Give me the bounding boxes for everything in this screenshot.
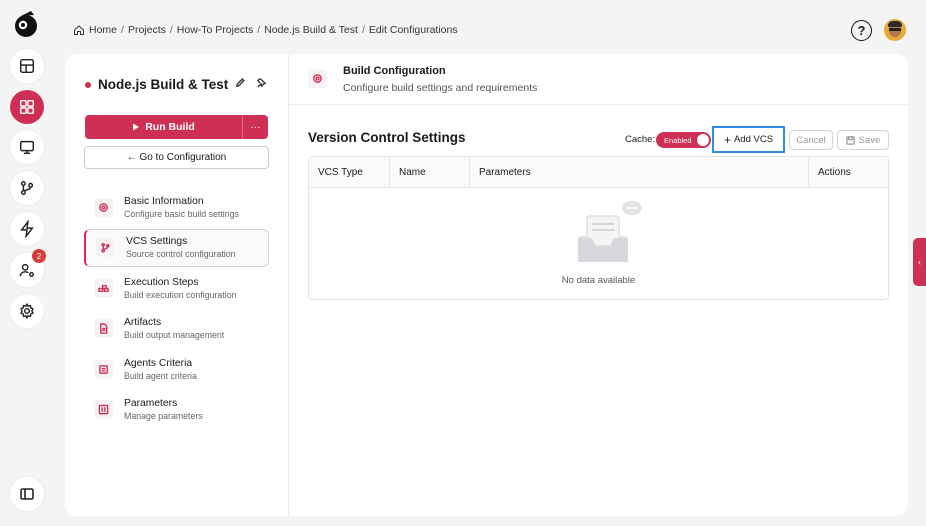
cache-toggle[interactable]: Enabled — [656, 132, 711, 148]
menu-item-artifacts[interactable]: Artifacts Build output management — [84, 310, 269, 348]
dashboard-icon — [19, 99, 35, 115]
gear-icon — [20, 302, 34, 320]
empty-state: No data available — [309, 188, 888, 299]
column-header-vcs-type[interactable]: VCS Type — [309, 157, 390, 187]
empty-inbox-icon — [578, 201, 642, 262]
rail-projects-button[interactable] — [10, 90, 44, 124]
config-content: Build Configuration Configure build sett… — [289, 54, 908, 516]
table-header: VCS Type Name Parameters Actions — [309, 157, 888, 188]
config-menu: Basic Information Configure basic build s… — [84, 188, 269, 431]
plus-icon: + — [723, 132, 731, 147]
save-icon — [845, 135, 855, 145]
breadcrumb-how-to-projects[interactable]: How-To Projects — [177, 24, 253, 36]
column-header-parameters[interactable]: Parameters — [470, 157, 809, 187]
run-options-button[interactable]: ··· — [243, 122, 268, 133]
menu-item-parameters[interactable]: Parameters Manage parameters — [84, 391, 269, 429]
project-title-text: Node.js Build & Test — [98, 77, 229, 92]
add-vcs-label: Add VCS — [733, 134, 774, 145]
git-branch-icon — [20, 180, 34, 196]
avatar[interactable] — [884, 19, 906, 41]
cache-label: Cache: — [625, 134, 656, 145]
play-icon — [133, 123, 140, 131]
save-button[interactable]: Save — [837, 130, 889, 150]
expand-panel-tab[interactable]: ‹ — [913, 238, 926, 286]
breadcrumb: Home / Projects / How-To Projects / Node… — [73, 24, 458, 36]
left-rail: 2 — [0, 0, 52, 526]
help-icon[interactable]: ? — [851, 20, 872, 41]
breadcrumb-separator: / — [257, 24, 261, 36]
breadcrumb-projects[interactable]: Projects — [128, 24, 166, 36]
grid-board-icon — [19, 58, 35, 74]
breadcrumb-current: Edit Configurations — [368, 24, 458, 36]
run-build-button[interactable]: Run Build ··· — [85, 115, 268, 139]
chevron-left-icon: ‹ — [918, 257, 921, 267]
edit-pencil-icon[interactable] — [235, 77, 246, 88]
breadcrumb-separator: / — [361, 24, 365, 36]
status-dot — [85, 81, 91, 88]
section-subtitle: Configure build settings and requirement… — [343, 82, 538, 94]
vcs-section-title: Version Control Settings — [308, 130, 466, 145]
menu-item-agents-criteria[interactable]: Agents Criteria Build agent criteria — [84, 350, 269, 388]
breadcrumb-home[interactable]: Home — [89, 24, 117, 36]
config-sidebar: Node.js Build & Test Run Build ··· ← Go … — [65, 54, 289, 516]
menu-item-basic-information[interactable]: Basic Information Configure basic build s… — [84, 188, 269, 226]
rail-users-button[interactable]: 2 — [10, 249, 46, 287]
rail-actions-button[interactable] — [10, 212, 44, 246]
menu-item-vcs-settings[interactable]: VCS Settings Source control configuration — [84, 228, 269, 267]
empty-state-text: No data available — [561, 275, 636, 286]
go-to-configuration-button[interactable]: ← Go to Configuration — [84, 146, 269, 169]
branch-icon — [101, 242, 110, 253]
section-header: Build Configuration Configure build sett… — [289, 54, 908, 105]
cancel-button[interactable]: Cancel — [789, 130, 833, 150]
add-vcs-button[interactable]: + Add VCS — [712, 126, 785, 153]
agent-icon — [99, 364, 108, 374]
home-icon[interactable] — [73, 24, 85, 36]
rail-monitor-button[interactable] — [10, 130, 44, 164]
vcs-table: VCS Type Name Parameters Actions No data… — [308, 156, 889, 300]
gear-icon — [99, 202, 108, 212]
params-icon — [98, 404, 109, 415]
main-card: Node.js Build & Test Run Build ··· ← Go … — [65, 54, 908, 516]
run-build-label: Run Build — [145, 121, 195, 133]
cache-state-label: Enabled — [664, 135, 692, 145]
notification-badge: 2 — [32, 249, 46, 263]
section-title: Build Configuration — [343, 65, 446, 77]
gear-icon — [313, 74, 322, 83]
file-icon — [100, 323, 108, 334]
column-header-name[interactable]: Name — [390, 157, 470, 187]
rail-boards-button[interactable] — [10, 49, 44, 83]
column-header-actions[interactable]: Actions — [809, 157, 888, 187]
breadcrumb-separator: / — [169, 24, 173, 36]
rail-settings-button[interactable] — [10, 294, 44, 328]
user-settings-icon — [19, 263, 35, 278]
collapse-sidebar-button[interactable] — [10, 477, 44, 511]
save-label: Save — [858, 134, 881, 146]
sidebar-toggle-icon — [20, 488, 34, 500]
app-logo-icon[interactable] — [11, 8, 43, 40]
toggle-knob — [697, 134, 709, 146]
pin-icon[interactable] — [256, 77, 267, 88]
monitor-icon — [19, 140, 35, 155]
menu-item-execution-steps[interactable]: Execution Steps Build execution configura… — [84, 269, 269, 307]
project-title: Node.js Build & Test — [85, 77, 228, 92]
rail-vcs-button[interactable] — [10, 171, 44, 205]
breadcrumb-separator: / — [121, 24, 124, 36]
steps-icon — [98, 284, 109, 292]
breadcrumb-project[interactable]: Node.js Build & Test — [264, 24, 358, 36]
lightning-icon — [20, 220, 34, 238]
